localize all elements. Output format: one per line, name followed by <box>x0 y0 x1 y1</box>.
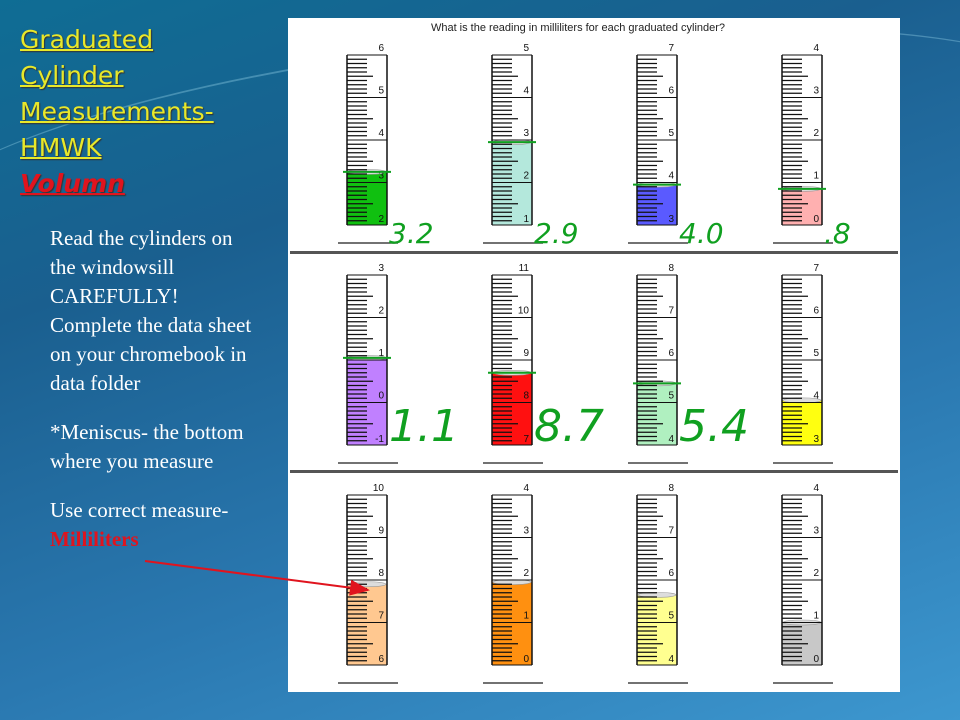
title-line: Graduated <box>20 25 154 54</box>
tick-label: 4 <box>378 128 384 139</box>
graduated-cylinder: 0 1 2 3 4 <box>773 483 833 684</box>
tick-label: 5 <box>523 43 529 54</box>
handwritten-answer: 3.2 <box>389 217 434 250</box>
graduated-cylinder: 4 5 6 7 8 5.4 <box>628 263 749 464</box>
tick-label: 0 <box>523 654 529 665</box>
tick-label: 5 <box>668 128 674 139</box>
handwritten-answer: 1.1 <box>389 401 459 452</box>
tick-label: 4 <box>813 483 819 494</box>
title-line: Measurements- <box>20 97 214 126</box>
tick-label: 1 <box>813 611 819 622</box>
tick-label: 4 <box>813 391 819 402</box>
tick-label: 0 <box>378 391 384 402</box>
instruction-units: Use correct measure- Milliliters <box>50 496 260 554</box>
graduated-cylinder: 7 8 9 10 11 8.7 <box>483 263 604 464</box>
units-name: Milliliters <box>50 527 139 551</box>
tick-label: 4 <box>668 171 674 182</box>
cylinders-drawing: 2 3 4 5 6 3.2 1 2 3 4 5 2.9 3 4 5 6 7 4.0 0 1 2 3 4 .8 -1 0 1 2 3 1.1… <box>338 43 851 684</box>
instruction-read: Read the cylinders on the windowsill CAR… <box>50 226 252 395</box>
tick-label: 8 <box>523 391 529 402</box>
tick-label: 9 <box>378 526 384 537</box>
units-prefix: Use correct measure- <box>50 498 229 522</box>
tick-label: 6 <box>378 43 384 54</box>
tick-label: 2 <box>378 306 384 317</box>
tick-label: 6 <box>378 654 384 665</box>
graduated-cylinder: 0 1 2 3 4 .8 <box>773 43 851 250</box>
tick-label: 10 <box>373 483 385 494</box>
graduated-cylinder: 1 2 3 4 5 2.9 <box>483 43 579 250</box>
tick-label: 10 <box>518 306 530 317</box>
tick-label: 7 <box>378 611 384 622</box>
instructions: Read the cylinders on the windowsill CAR… <box>50 224 260 574</box>
tick-label: 1 <box>523 214 529 225</box>
graduated-cylinder: 6 7 8 9 10 <box>338 483 398 684</box>
tick-label: 9 <box>523 348 529 359</box>
tick-label: 4 <box>523 483 529 494</box>
tick-label: 6 <box>668 86 674 97</box>
tick-label: 4 <box>813 43 819 54</box>
tick-label: 4 <box>668 434 674 445</box>
tick-label: 2 <box>378 214 384 225</box>
graduated-cylinder: 234563.2 <box>338 43 434 250</box>
graduated-cylinder: 0 1 2 3 4 <box>483 483 543 684</box>
tick-label: 7 <box>523 434 529 445</box>
graduated-cylinder: -101231.1 <box>338 263 459 464</box>
tick-label: 1 <box>813 171 819 182</box>
tick-label: 3 <box>813 526 819 537</box>
tick-label: 0 <box>813 654 819 665</box>
tick-label: 8 <box>668 263 674 274</box>
tick-label: 3 <box>523 526 529 537</box>
tick-label: 3 <box>523 128 529 139</box>
tick-label: 4 <box>523 86 529 97</box>
graduated-cylinder: 3 4 5 6 7 4.0 <box>628 43 724 250</box>
tick-label: 6 <box>668 348 674 359</box>
tick-label: 2 <box>523 171 529 182</box>
handwritten-answer: 4.0 <box>679 217 724 250</box>
tick-label: 6 <box>813 306 819 317</box>
tick-label: 7 <box>668 306 674 317</box>
handwritten-answer: .8 <box>824 217 851 250</box>
graduated-cylinder: 3 4 5 6 7 <box>773 263 833 464</box>
title-subtitle: Volumn <box>20 169 125 198</box>
tick-label: 2 <box>523 568 529 579</box>
tick-label: -1 <box>375 434 384 445</box>
tick-label: 7 <box>668 43 674 54</box>
tick-label: 5 <box>668 391 674 402</box>
tick-label: 3 <box>378 263 384 274</box>
tick-label: 8 <box>378 568 384 579</box>
tick-label: 4 <box>668 654 674 665</box>
tick-label: 2 <box>813 568 819 579</box>
tick-label: 3 <box>813 434 819 445</box>
tick-label: 8 <box>668 483 674 494</box>
tick-label: 5 <box>813 348 819 359</box>
instruction-meniscus: *Meniscus- the bottom where you measure <box>50 420 244 473</box>
handwritten-answer: 8.7 <box>534 401 604 452</box>
tick-label: 7 <box>813 263 819 274</box>
title-line: HMWK <box>20 133 102 162</box>
graduated-cylinder: 4 5 6 7 8 <box>628 483 688 684</box>
tick-label: 2 <box>813 128 819 139</box>
tick-label: 0 <box>813 214 819 225</box>
tick-label: 3 <box>813 86 819 97</box>
tick-label: 5 <box>378 86 384 97</box>
tick-label: 6 <box>668 568 674 579</box>
tick-label: 3 <box>668 214 674 225</box>
tick-label: 5 <box>668 611 674 622</box>
worksheet: What is the reading in milliliters for e… <box>288 18 900 692</box>
handwritten-answer: 5.4 <box>679 401 749 452</box>
title-line: Cylinder <box>20 61 124 90</box>
tick-label: 7 <box>668 526 674 537</box>
slide-title: Graduated Cylinder Measurements- HMWK Vo… <box>20 22 214 202</box>
handwritten-answer: 2.9 <box>534 217 579 250</box>
tick-label: 1 <box>523 611 529 622</box>
liquid-fill <box>347 584 387 665</box>
tick-label: 11 <box>519 263 530 274</box>
